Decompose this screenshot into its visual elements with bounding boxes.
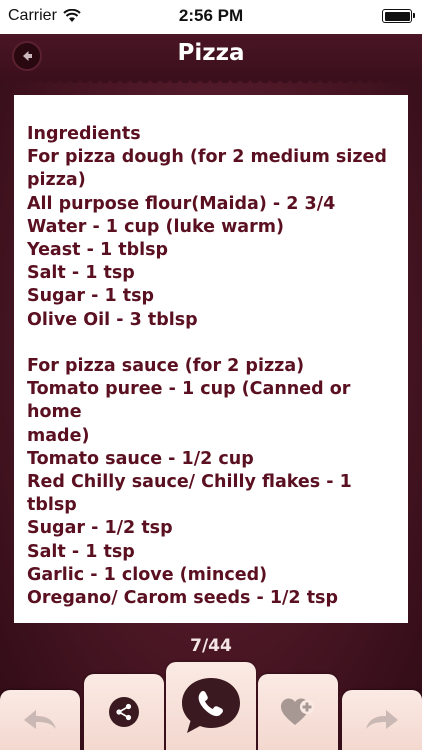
recipe-line: All purpose flour(Maida) - 2 3/4 — [27, 193, 336, 214]
nav-scallop-edge — [0, 78, 422, 88]
recipe-line: Ingredients — [27, 124, 141, 144]
recipe-line: Tomato sauce - 1/2 cup — [27, 448, 254, 469]
recipe-line: Garlic - 1 clove (minced) — [27, 564, 268, 585]
recipe-line: tblsp — [27, 495, 77, 516]
arrow-left-icon — [24, 710, 56, 729]
recipe-line: Salt - 1 tsp — [27, 541, 135, 562]
page-title: Pizza — [177, 40, 245, 66]
heart-plus-icon — [281, 698, 314, 725]
status-time: 2:56 PM — [178, 6, 244, 25]
battery-icon — [382, 9, 415, 23]
recipe-line: made) — [27, 425, 90, 446]
previous-button[interactable] — [0, 690, 80, 750]
recipe-line: Yeast - 1 tblsp — [27, 240, 169, 261]
recipe-line: Sugar - 1 tsp — [27, 286, 155, 307]
recipe-line: Oregano/ Carom seeds - 1/2 tsp — [27, 588, 339, 609]
recipe-line: For pizza sauce (for 2 pizza) — [27, 356, 305, 377]
recipe-line: For pizza dough (for 2 medium sized — [27, 147, 387, 168]
share-icon — [109, 697, 139, 727]
next-button[interactable] — [342, 690, 422, 750]
recipe-line: Olive Oil - 3 tblsp — [27, 309, 198, 330]
phone-icon — [182, 678, 240, 733]
recipe-line: Salt - 1 tsp — [27, 263, 135, 284]
add-favorite-button[interactable] — [258, 674, 338, 750]
page-counter: 7/44 — [190, 636, 232, 656]
recipe-line — [27, 332, 396, 355]
share-button[interactable] — [84, 674, 164, 750]
recipe-line: pizza) — [27, 170, 86, 191]
recipe-line: Water - 1 cup (luke warm) — [27, 216, 284, 237]
recipe-line: Red Chilly sauce/ Chilly flakes - 1 — [27, 472, 352, 493]
arrow-right-icon — [366, 710, 398, 729]
recipe-line: Tomato puree - 1 cup (Canned or home — [27, 379, 357, 423]
recipe-line: Sugar - 1/2 tsp — [27, 518, 173, 539]
status-bar: Carrier 2:56 PM — [0, 0, 422, 34]
recipe-card[interactable]: Ingredients For pizza dough (for 2 mediu… — [14, 95, 408, 623]
call-button[interactable] — [166, 662, 256, 750]
